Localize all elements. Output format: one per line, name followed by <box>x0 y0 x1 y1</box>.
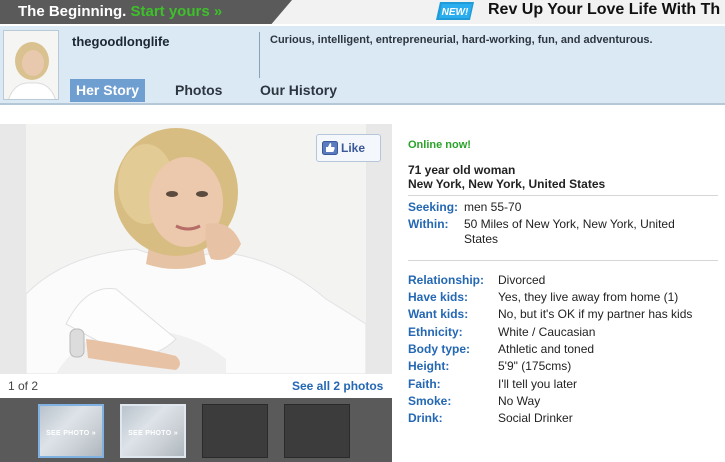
empty-thumbnail <box>284 404 350 458</box>
promo-banner-left[interactable]: The Beginning. Start yours » <box>0 0 292 24</box>
header-divider <box>259 32 260 78</box>
profile-username: thegoodlonglife <box>72 34 170 49</box>
see-all-photos-link[interactable]: See all 2 photos <box>292 379 383 393</box>
attr-label: Drink: <box>408 411 443 425</box>
online-status: Online now! <box>408 139 471 151</box>
profile-main-photo[interactable] <box>26 124 366 374</box>
promo-headline[interactable]: Rev Up Your Love Life With Th <box>488 1 720 19</box>
new-badge-text: NEW! <box>442 7 469 18</box>
thumbs-up-icon <box>322 141 338 155</box>
like-button[interactable]: Like <box>316 134 381 162</box>
attr-label: Ethnicity: <box>408 325 463 339</box>
photo-counter: 1 of 2 <box>8 379 39 393</box>
seeking-value: men 55-70 <box>464 200 522 214</box>
attr-label: Body type: <box>408 342 471 356</box>
seeking-label: Seeking: <box>408 200 459 214</box>
tab-photos[interactable]: Photos <box>169 79 228 102</box>
top-banner: The Beginning. Start yours » NEW! Rev Up… <box>0 0 725 24</box>
attr-value: White / Caucasian <box>498 325 596 339</box>
attr-value: Yes, they live away from home (1) <box>498 290 679 304</box>
tab-her-story[interactable]: Her Story <box>70 79 146 102</box>
within-value: 50 Miles of New York, New York, United S… <box>464 217 675 246</box>
promo-text: The Beginning. <box>18 3 127 20</box>
photo-thumbnail[interactable]: SEE PHOTO » <box>120 404 186 458</box>
attr-value: 5'9" (175cms) <box>498 359 572 373</box>
tab-our-history[interactable]: Our History <box>254 79 343 102</box>
attr-label: Height: <box>408 359 450 373</box>
see-photo-label: SEE PHOTO » <box>128 430 178 437</box>
age-gender: 71 year old woman <box>408 163 516 177</box>
attr-label: Smoke: <box>408 394 452 408</box>
header-border <box>0 103 725 105</box>
details-divider <box>408 195 718 196</box>
profile-tagline: Curious, intelligent, entrepreneurial, h… <box>270 34 653 46</box>
attr-value: I'll tell you later <box>498 377 577 391</box>
see-photo-label: SEE PHOTO » <box>46 430 96 437</box>
attr-label: Faith: <box>408 377 441 391</box>
within-label: Within: <box>408 217 449 231</box>
attr-value: Social Drinker <box>498 411 573 425</box>
attr-label: Have kids: <box>408 290 469 304</box>
attr-value: Athletic and toned <box>498 342 595 356</box>
attr-value: No, but it's OK if my partner has kids <box>498 307 693 321</box>
attr-value: Divorced <box>498 273 546 287</box>
start-yours-link[interactable]: Start yours » <box>131 3 223 20</box>
attr-value: No Way <box>498 394 541 408</box>
attr-label: Relationship: <box>408 273 485 287</box>
attr-label: Want kids: <box>408 307 469 321</box>
empty-thumbnail <box>202 404 268 458</box>
like-label: Like <box>341 141 366 155</box>
details-divider <box>408 260 718 261</box>
new-badge-icon: NEW! <box>436 2 474 20</box>
thumbnail-strip: SEE PHOTO » SEE PHOTO » <box>0 398 392 462</box>
photo-thumbnail[interactable]: SEE PHOTO » <box>38 404 104 458</box>
location: New York, New York, United States <box>408 177 606 191</box>
avatar[interactable] <box>3 30 59 100</box>
